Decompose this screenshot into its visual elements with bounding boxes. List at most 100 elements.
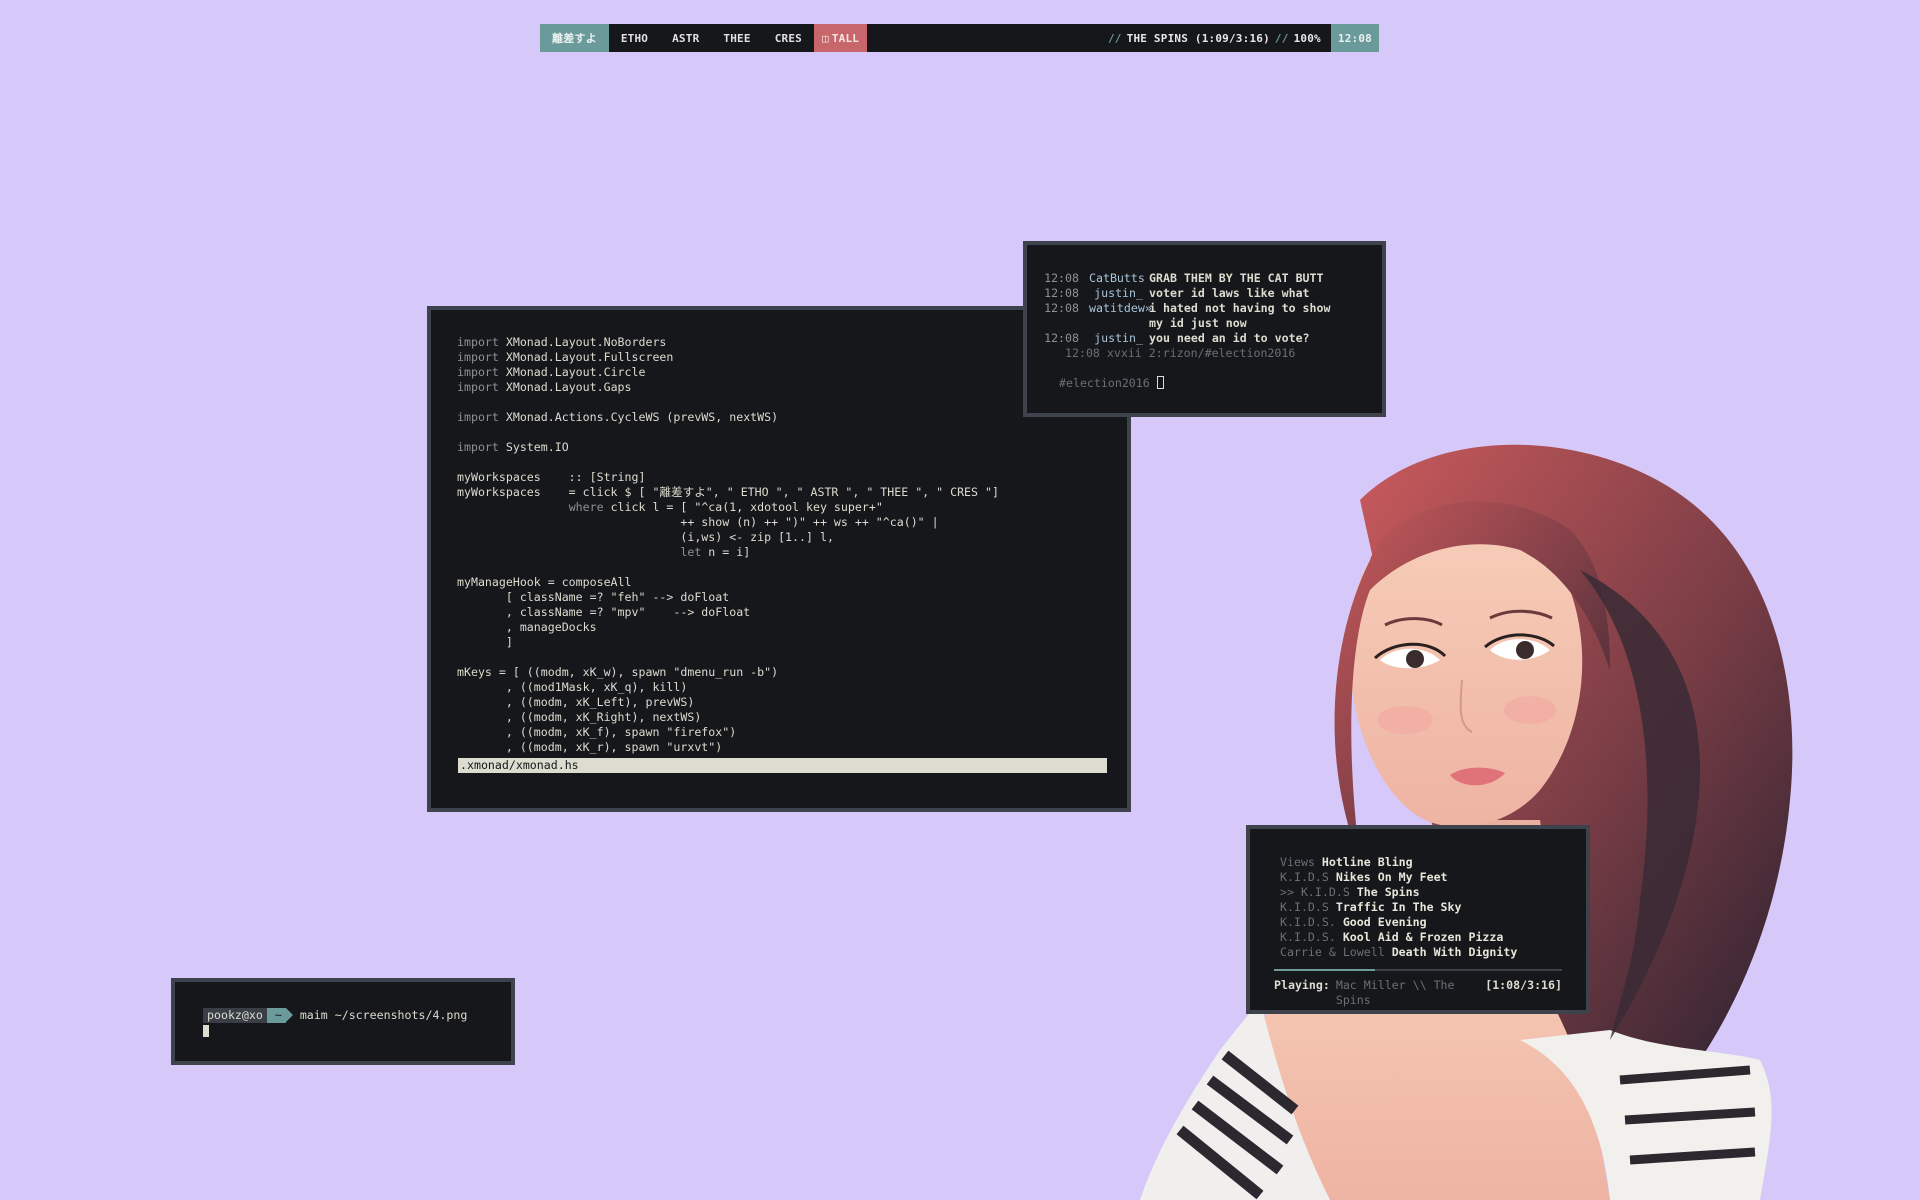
code-line: myWorkspaces = click $ [ "離差すよ", " ETHO … — [457, 485, 999, 499]
now-playing-status: THE SPINS (1:09/3:16) — [1126, 31, 1270, 45]
workspace-tab-etho[interactable]: ETHO — [609, 24, 660, 52]
playlist-item[interactable]: >> K.I.D.S The Spins — [1280, 885, 1586, 900]
volume-status: 100% — [1293, 31, 1321, 45]
text-cursor — [1156, 376, 1164, 389]
bar-status: // THE SPINS (1:09/3:16) // 100% — [1103, 24, 1331, 52]
irc-window[interactable]: 12:08 CatButts GRAB THEM BY THE CAT BUTT 12… — [1023, 241, 1386, 417]
playlist-item[interactable]: K.I.D.S. Kool Aid & Frozen Pizza — [1280, 930, 1586, 945]
message-nick: justin_ — [1094, 286, 1143, 300]
workspace-tab-1[interactable]: 離差すよ — [540, 24, 609, 52]
playlist-item[interactable]: K.I.D.S Nikes On My Feet — [1280, 870, 1586, 885]
playlist-item[interactable]: K.I.D.S. Good Evening — [1280, 915, 1586, 930]
irc-message-list: 12:08 CatButts GRAB THEM BY THE CAT BUTT 12… — [1027, 271, 1382, 346]
code-buffer[interactable]: import XMonad.Layout.NoBorders import XMo… — [457, 335, 1101, 755]
message-time: 12:08 — [1044, 271, 1079, 285]
song-title: Death With Dignity — [1391, 945, 1518, 959]
code-line: ++ show (n) ++ ")" ++ ws ++ "^ca()" | — [457, 515, 939, 529]
code-line: import XMonad.Layout.Gaps — [457, 380, 632, 394]
playlist-item[interactable]: K.I.D.S Traffic In The Sky — [1280, 900, 1586, 915]
song-artist: >> K.I.D.S — [1280, 885, 1357, 899]
message-time: 12:08 — [1044, 286, 1079, 300]
shell-prompt: pookz@xo ~ maim ~/screenshots/4.png — [203, 1008, 511, 1023]
clock: 12:08 — [1330, 24, 1379, 52]
message-text: voter id laws like what — [1149, 286, 1310, 300]
message-text: you need an id to vote? — [1149, 331, 1310, 345]
song-artist: K.I.D.S — [1280, 900, 1336, 914]
code-line: import XMonad.Layout.NoBorders — [457, 335, 667, 349]
code-line: import System.IO — [457, 440, 569, 454]
code-line: ] — [457, 635, 513, 649]
workspace-tab-thee[interactable]: THEE — [711, 24, 762, 52]
irc-status-line: 12:08 xvxii 2:rizon/#election2016 — [1065, 346, 1296, 360]
message-nick: CatButts — [1089, 271, 1145, 285]
song-artist: K.I.D.S. — [1280, 915, 1343, 929]
message-time: 12:08 — [1044, 301, 1079, 315]
message-text: i hated not having to show my id just no… — [1149, 301, 1331, 330]
playback-progress-fill — [1274, 969, 1375, 971]
top-status-bar: 離差すよ ETHO ASTR THEE CRES ◫ TALL // THE S… — [540, 24, 1379, 52]
shell-window[interactable]: pookz@xo ~ maim ~/screenshots/4.png — [171, 978, 515, 1065]
code-line: , className =? "mpv" --> doFloat — [457, 605, 751, 619]
irc-message: 12:08 justin_ voter id laws like what — [1027, 286, 1382, 301]
code-line: [ className =? "feh" --> doFloat — [457, 590, 730, 604]
code-line: , ((modm, xK_Right), nextWS) — [457, 710, 702, 724]
code-line: , ((modm, xK_f), spawn "firefox") — [457, 725, 737, 739]
code-line: myManageHook = composeAll — [457, 575, 632, 589]
message-text: GRAB THEM BY THE CAT BUTT — [1149, 271, 1324, 285]
irc-message: 12:08 CatButts GRAB THEM BY THE CAT BUTT — [1027, 271, 1382, 286]
prompt-user: pookz@xo — [203, 1008, 267, 1023]
prompt-directory: ~ — [266, 1008, 293, 1023]
block-cursor[interactable] — [203, 1025, 209, 1037]
song-title: The Spins — [1356, 885, 1420, 899]
playlist: Views Hotline Bling K.I.D.S Nikes On My F… — [1280, 855, 1586, 960]
song-title: Nikes On My Feet — [1335, 870, 1448, 884]
song-title: Good Evening — [1342, 915, 1427, 929]
code-line: , manageDocks — [457, 620, 597, 634]
code-line: import XMonad.Layout.Fullscreen — [457, 350, 674, 364]
workspace-tab-astr[interactable]: ASTR — [660, 24, 711, 52]
playing-label: Playing: — [1274, 978, 1330, 992]
code-line: where click l = [ "^ca(1, xdotool key su… — [568, 500, 883, 514]
status-separator: // — [1274, 31, 1289, 45]
playback-time: [1:08/3:16] — [1485, 978, 1562, 992]
song-artist: K.I.D.S. — [1280, 930, 1343, 944]
irc-message: 12:08 watitdew» i hated not having to show… — [1027, 301, 1382, 331]
code-line: import XMonad.Actions.CycleWS (prevWS, n… — [457, 410, 779, 424]
workspace-tab-cres[interactable]: CRES — [763, 24, 814, 52]
tall-layout-icon: ◫ — [822, 31, 829, 45]
irc-message: 12:08 justin_ you need an id to vote? — [1027, 331, 1382, 346]
song-title: Kool Aid & Frozen Pizza — [1342, 930, 1504, 944]
layout-indicator[interactable]: ◫ TALL — [814, 24, 868, 52]
code-line: (i,ws) <- zip [1..] l, — [457, 530, 834, 544]
code-line: let n = i] — [680, 545, 751, 559]
playlist-item[interactable]: Views Hotline Bling — [1280, 855, 1586, 870]
playlist-item[interactable]: Carrie & Lowell Death With Dignity — [1280, 945, 1586, 960]
status-separator: // — [1107, 31, 1122, 45]
song-title: Hotline Bling — [1321, 855, 1413, 869]
now-playing-track: Mac Miller \\ The Spins — [1335, 978, 1455, 1007]
song-artist: K.I.D.S — [1280, 870, 1336, 884]
code-line: , ((modm, xK_r), spawn "urxvt") — [457, 740, 723, 754]
layout-label: TALL — [831, 31, 860, 45]
song-artist: Carrie & Lowell — [1280, 945, 1392, 959]
wallpaper-illustration — [1140, 444, 1793, 1200]
code-line: myWorkspaces :: [String] — [457, 470, 646, 484]
song-title: Traffic In The Sky — [1335, 900, 1462, 914]
channel-prompt: #election2016 — [1059, 376, 1150, 390]
song-artist: Views — [1280, 855, 1322, 869]
shell-command: maim ~/screenshots/4.png — [299, 1008, 468, 1022]
editor-statusline: .xmonad/xmonad.hs — [458, 758, 1107, 773]
now-playing-line: Playing: Mac Miller \\ The Spins [1:08/3… — [1274, 978, 1562, 1008]
code-line: mKeys = [ ((modm, xK_w), spawn "dmenu_ru… — [457, 665, 779, 679]
music-player-window[interactable]: Views Hotline Bling K.I.D.S Nikes On My F… — [1246, 825, 1590, 1014]
code-line: import XMonad.Layout.Circle — [457, 365, 646, 379]
irc-input-line[interactable]: #election2016 — [1027, 376, 1382, 391]
code-line: , ((modm, xK_Left), prevWS) — [457, 695, 695, 709]
playback-progress-bar[interactable] — [1274, 969, 1562, 971]
message-nick: watitdew» — [1089, 301, 1152, 315]
